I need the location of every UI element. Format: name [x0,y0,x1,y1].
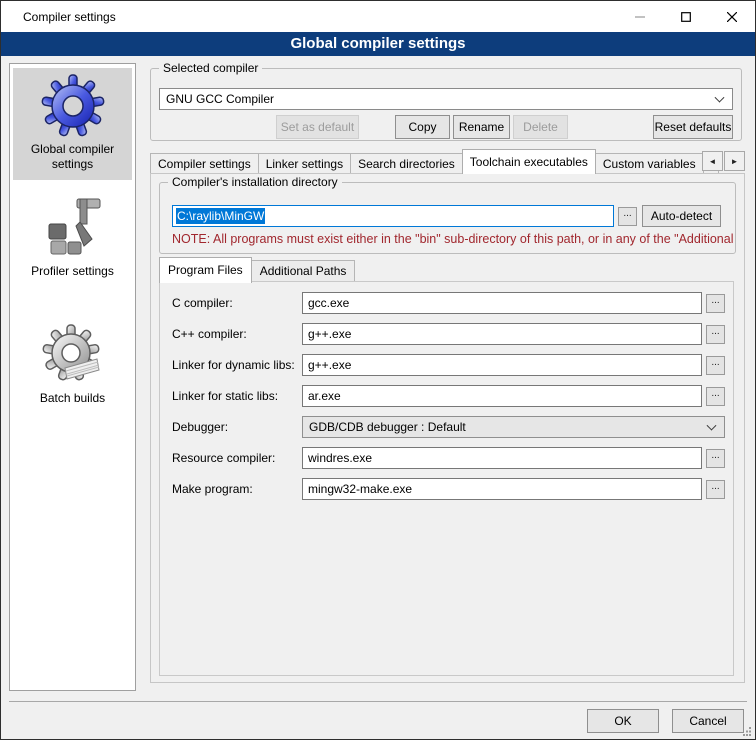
field-row: C compiler: ... [172,292,725,314]
ok-button[interactable]: OK [587,709,659,733]
page-title: Global compiler settings [1,32,755,56]
window-controls [617,1,755,32]
installation-directory-group-label: Compiler's installation directory [168,175,342,189]
tab-search-directories[interactable]: Search directories [350,153,463,174]
tab-toolchain-executables[interactable]: Toolchain executables [462,149,596,174]
maximize-icon [681,12,691,22]
minimize-button[interactable] [617,1,663,32]
cancel-button[interactable]: Cancel [672,709,744,733]
arrow-left-icon: ◄ [709,157,717,166]
program-files-page: C compiler: ... C++ compiler: ... Linker… [159,281,734,676]
installation-directory-row: C:\raylib\MinGW ... Auto-detect [172,205,721,227]
installation-directory-value: C:\raylib\MinGW [176,208,265,224]
minimize-icon [635,12,645,22]
tab-linker-settings[interactable]: Linker settings [258,153,351,174]
arrow-right-icon: ► [731,157,739,166]
resource-compiler-input[interactable] [302,447,702,469]
dynamic-linker-input[interactable] [302,354,702,376]
resize-grip[interactable] [742,726,752,736]
browse-directory-button[interactable]: ... [618,207,637,226]
compiler-select[interactable]: GNU GCC Compiler [159,88,733,110]
note-text: NOTE: All programs must exist either in … [172,232,733,246]
browse-button[interactable]: ... [706,449,725,468]
sidebar-item-label: Batch builds [15,391,130,406]
compiler-select-value: GNU GCC Compiler [166,92,274,106]
field-row: Debugger: GDB/CDB debugger : Default [172,416,725,438]
c-compiler-input[interactable] [302,292,702,314]
dynamic-linker-label: Linker for dynamic libs: [172,358,302,372]
resource-compiler-label: Resource compiler: [172,451,302,465]
cpp-compiler-input[interactable] [302,323,702,345]
chevron-down-icon [707,421,717,431]
footer-divider [9,701,747,702]
field-row: Linker for dynamic libs: ... [172,354,725,376]
debugger-select-value: GDB/CDB debugger : Default [309,420,466,434]
tab-compiler-settings[interactable]: Compiler settings [150,153,259,174]
auto-detect-button[interactable]: Auto-detect [642,205,721,227]
profiler-caliper-icon [41,196,105,260]
sidebar-item-label: Global compiler settings [15,142,130,172]
c-compiler-label: C compiler: [172,296,302,310]
reset-defaults-button[interactable]: Reset defaults [653,115,733,139]
close-button[interactable] [709,1,755,32]
sidebar: Global compiler settings Profiler settin… [9,63,136,691]
make-program-label: Make program: [172,482,302,496]
field-row: Linker for static libs: ... [172,385,725,407]
toolchain-executables-page: Compiler's installation directory C:\ray… [150,173,745,683]
installation-directory-group: Compiler's installation directory C:\ray… [159,182,736,254]
sidebar-item-batch-builds[interactable]: Batch builds [13,317,132,414]
cpp-compiler-label: C++ compiler: [172,327,302,341]
installation-directory-input[interactable]: C:\raylib\MinGW [172,205,614,227]
field-row: Make program: ... [172,478,725,500]
copy-button[interactable]: Copy [395,115,450,139]
field-row: C++ compiler: ... [172,323,725,345]
selected-compiler-group: Selected compiler GNU GCC Compiler Set a… [150,68,742,141]
rename-button[interactable]: Rename [453,115,510,139]
compiler-settings-dialog: Compiler settings Global compiler settin… [0,0,756,740]
debugger-label: Debugger: [172,420,302,434]
tab-custom-variables[interactable]: Custom variables [595,153,704,174]
window-title: Compiler settings [23,10,116,24]
sidebar-item-label: Profiler settings [15,264,130,279]
tab-scroll-right-button[interactable]: ► [724,151,745,171]
program-files-tabbar: Program Files Additional Paths [159,256,354,282]
main-panel: Selected compiler GNU GCC Compiler Set a… [146,61,749,691]
static-linker-input[interactable] [302,385,702,407]
gray-gear-papers-icon [41,323,105,387]
chevron-down-icon [715,93,725,103]
browse-button[interactable]: ... [706,325,725,344]
titlebar[interactable]: Compiler settings [1,1,755,32]
tab-additional-paths[interactable]: Additional Paths [251,260,356,282]
make-program-input[interactable] [302,478,702,500]
tab-scroll-left-button[interactable]: ◄ [702,151,723,171]
compiler-buttons-row: Set as default Copy Rename Delete Reset … [159,115,733,139]
selected-compiler-group-label: Selected compiler [159,61,262,75]
blue-gear-icon [41,74,105,138]
browse-button[interactable]: ... [706,387,725,406]
sidebar-item-global-compiler-settings[interactable]: Global compiler settings [13,68,132,180]
field-row: Resource compiler: ... [172,447,725,469]
delete-button[interactable]: Delete [513,115,568,139]
browse-button[interactable]: ... [706,294,725,313]
browse-button[interactable]: ... [706,356,725,375]
debugger-select[interactable]: GDB/CDB debugger : Default [302,416,725,438]
settings-tabbar: Compiler settings Linker settings Search… [150,147,745,174]
set-as-default-button[interactable]: Set as default [276,115,359,139]
maximize-button[interactable] [663,1,709,32]
sidebar-item-profiler-settings[interactable]: Profiler settings [13,190,132,287]
tab-program-files[interactable]: Program Files [159,257,252,283]
static-linker-label: Linker for static libs: [172,389,302,403]
tab-scroll-arrows: ◄ ► [701,151,745,171]
close-icon [727,12,737,22]
browse-button[interactable]: ... [706,480,725,499]
